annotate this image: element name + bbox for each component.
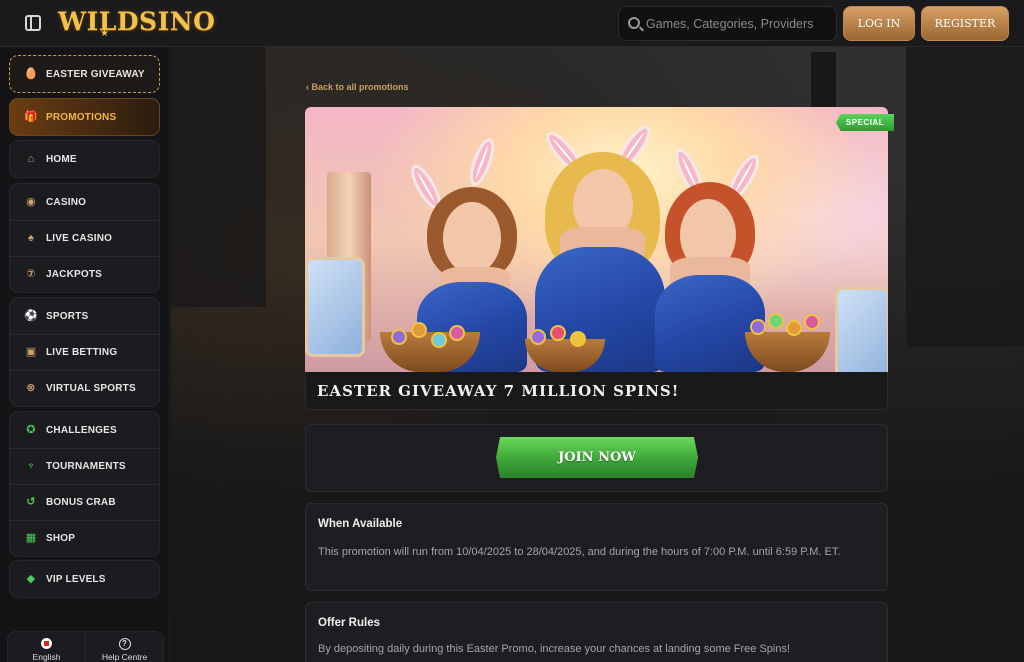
- bg-ruin-right: [906, 47, 1024, 347]
- sidebar-easter-giveaway[interactable]: 🥚 EASTER GIVEAWAY: [9, 55, 160, 93]
- shop-icon: ▦: [25, 532, 37, 544]
- sidebar-item-label: LIVE BETTING: [46, 347, 118, 358]
- sidebar-item-challenges[interactable]: ✪ CHALLENGES: [10, 412, 159, 448]
- back-to-promotions-link[interactable]: ‹ Back to all promotions: [306, 82, 409, 92]
- search-input[interactable]: [646, 7, 834, 40]
- spade-icon: ♠: [27, 232, 35, 244]
- gamepad-icon: ⊗: [26, 382, 36, 394]
- sidebar-casino-group: ◉ CASINO ♠ LIVE CASINO ⑦ JACKPOTS: [9, 183, 160, 293]
- join-card: JOIN NOW: [305, 424, 888, 492]
- home-icon: ⌂: [27, 152, 35, 165]
- gift-icon: 🎁: [24, 110, 38, 123]
- sidebar-item-vip-levels[interactable]: ◆ VIP LEVELS: [9, 560, 160, 598]
- sidebar-item-casino[interactable]: ◉ CASINO: [10, 184, 159, 220]
- sidebar-item-promotions[interactable]: 🎁 PROMOTIONS: [9, 98, 160, 136]
- offer-rules-card: Offer Rules By depositing daily during t…: [305, 602, 888, 662]
- help-centre-link[interactable]: ? Help Centre: [85, 632, 163, 662]
- promo-banner-image: [305, 107, 888, 372]
- offer-rules-heading: Offer Rules: [318, 617, 380, 629]
- sidebar-item-label: BONUS CRAB: [46, 497, 116, 508]
- sidebar-item-label: EASTER GIVEAWAY: [46, 68, 145, 80]
- sidebar-item-home[interactable]: ⌂ HOME: [9, 140, 160, 178]
- sidebar-item-bonus-crab[interactable]: ↺ BONUS CRAB: [10, 484, 159, 520]
- sidebar-footer: English ? Help Centre: [7, 631, 164, 662]
- sidebar-item-label: CASINO: [46, 196, 87, 208]
- live-screen-icon: ▣: [25, 346, 37, 358]
- bg-ruin-left: [171, 47, 266, 307]
- claw-icon: ↺: [26, 496, 36, 508]
- sidebar-challenges-group: ✪ CHALLENGES ♆ TOURNAMENTS ↺ BONUS CRAB ▦ SH…: [9, 411, 160, 557]
- special-badge: SPECIAL: [836, 114, 894, 131]
- sidebar-item-live-casino[interactable]: ♠ LIVE CASINO: [10, 220, 159, 256]
- promo-title-bar: EASTER GIVEAWAY 7 MILLION SPINS!: [305, 372, 888, 410]
- login-button[interactable]: LOG IN: [843, 6, 915, 41]
- canada-flag-icon: [41, 638, 52, 649]
- search-icon: [628, 17, 640, 29]
- sidebar-item-label: SHOP: [46, 533, 76, 544]
- diamond-icon: ◆: [26, 572, 36, 585]
- sidebar-item-label: VIP LEVELS: [46, 573, 106, 585]
- sidebar-item-sports[interactable]: ⚽ SPORTS: [10, 298, 159, 334]
- top-bar: WILDSINO ★ LOG IN REGISTER: [0, 0, 1024, 47]
- wildsino-logo[interactable]: WILDSINO: [58, 7, 215, 36]
- sidebar-item-tournaments[interactable]: ♆ TOURNAMENTS: [10, 448, 159, 484]
- sidebar-item-label: JACKPOTS: [46, 269, 103, 280]
- when-available-text: This promotion will run from 10/04/2025 …: [318, 546, 841, 558]
- logo-star-icon: ★: [100, 28, 109, 39]
- offer-rules-text: By depositing daily during this Easter P…: [318, 643, 791, 655]
- when-available-heading: When Available: [318, 518, 403, 530]
- sidebar-item-label: VIRTUAL SPORTS: [46, 383, 136, 394]
- seven-icon: ⑦: [26, 268, 36, 280]
- sidebar-sports-group: ⚽ SPORTS ▣ LIVE BETTING ⊗ VIRTUAL SPORTS: [9, 297, 160, 407]
- sidebar-item-shop[interactable]: ▦ SHOP: [10, 520, 159, 556]
- help-label: Help Centre: [101, 652, 148, 662]
- language-label: English: [32, 652, 61, 662]
- sidebar-item-label: CHALLENGES: [46, 424, 117, 436]
- search-box[interactable]: [618, 6, 837, 41]
- easter-egg-icon: 🥚: [24, 67, 38, 80]
- trophy-icon: ♆: [26, 460, 36, 472]
- sidebar-item-jackpots[interactable]: ⑦ JACKPOTS: [10, 256, 159, 292]
- join-now-button[interactable]: JOIN NOW: [496, 437, 698, 478]
- sidebar-toggle-icon[interactable]: [25, 15, 41, 31]
- sidebar-item-label: LIVE CASINO: [46, 233, 113, 244]
- medal-icon: ✪: [26, 423, 36, 436]
- help-icon: ?: [118, 638, 131, 650]
- sidebar: 🥚 EASTER GIVEAWAY 🎁 PROMOTIONS ⌂ HOME ◉ CASI…: [0, 47, 170, 662]
- when-available-card: When Available This promotion will run f…: [305, 503, 888, 591]
- sidebar-item-live-betting[interactable]: ▣ LIVE BETTING: [10, 334, 159, 370]
- football-icon: ⚽: [24, 309, 38, 322]
- register-button[interactable]: REGISTER: [921, 6, 1009, 41]
- promo-title: EASTER GIVEAWAY 7 MILLION SPINS!: [317, 382, 680, 400]
- sidebar-item-label: PROMOTIONS: [46, 111, 117, 123]
- sidebar-item-label: TOURNAMENTS: [46, 461, 126, 472]
- language-selector[interactable]: English: [8, 632, 85, 662]
- sidebar-item-virtual-sports[interactable]: ⊗ VIRTUAL SPORTS: [10, 370, 159, 406]
- chip-icon: ◉: [26, 195, 36, 208]
- sidebar-item-label: SPORTS: [46, 310, 89, 322]
- back-link-label: Back to all promotions: [311, 82, 409, 92]
- sidebar-item-label: HOME: [46, 153, 77, 165]
